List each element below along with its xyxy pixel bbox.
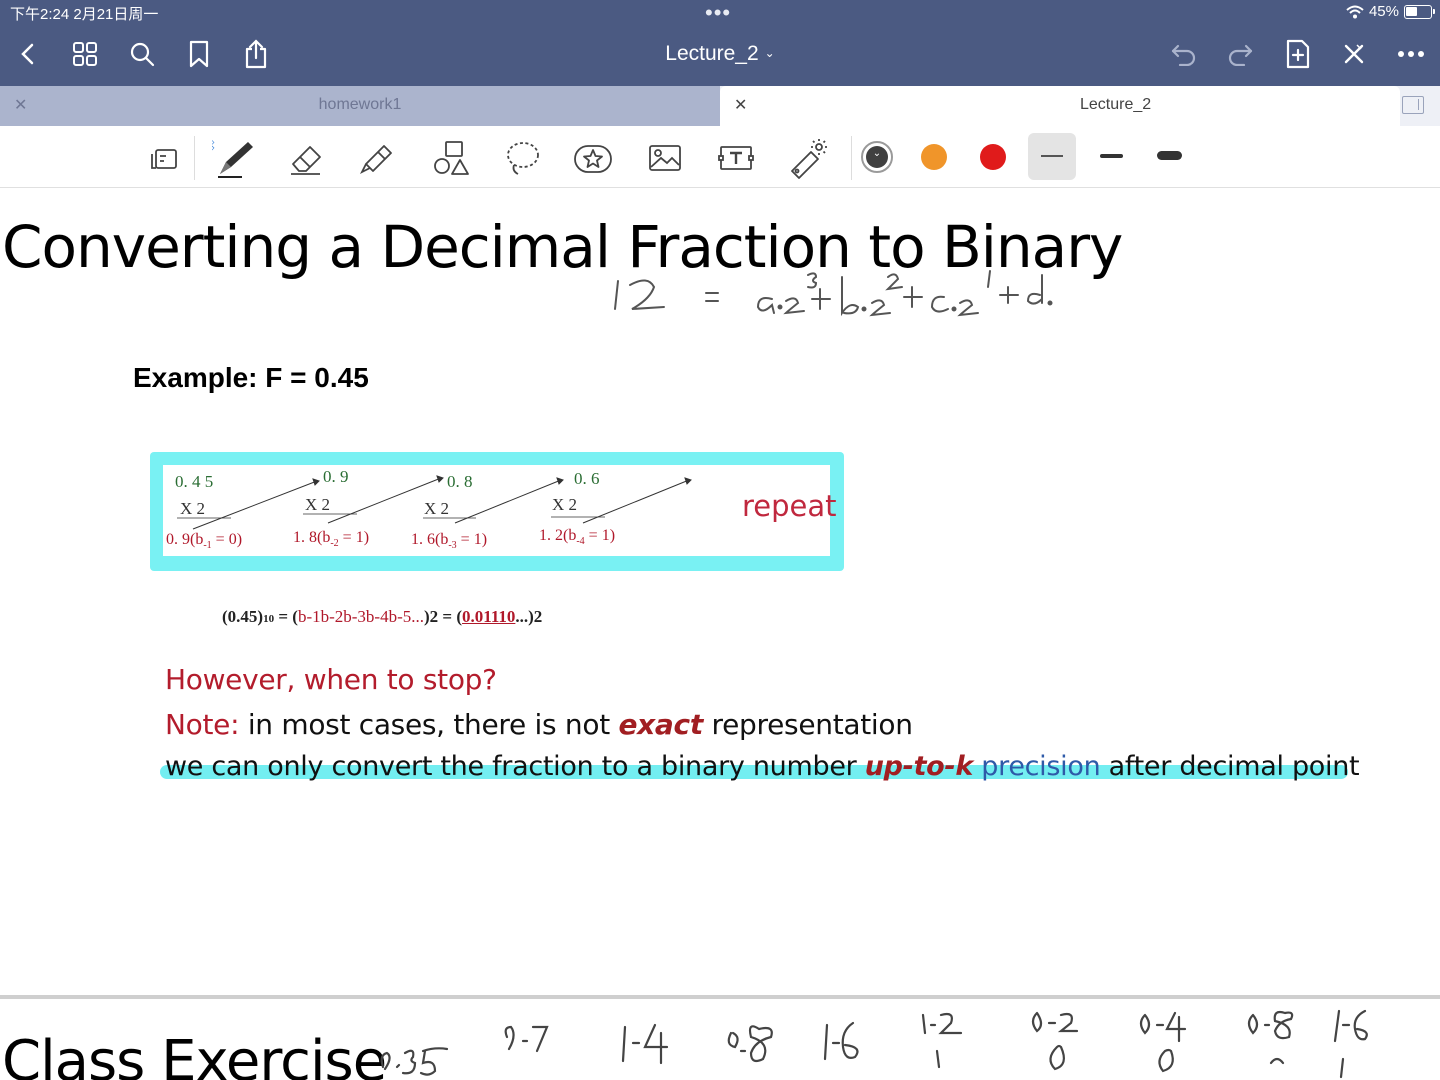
document-title[interactable]: Lecture_2 ⌄ <box>600 42 840 66</box>
app-header: 下午2:24 2月21日周一 ••• 45% Lecture_2 ⌄ <box>0 0 1440 86</box>
repeat-label: repeat <box>742 489 837 523</box>
question-text: However, when to stop? <box>165 663 497 696</box>
step-3-multiplier: X 2 <box>424 499 450 518</box>
page-mode-icon[interactable] <box>142 136 186 180</box>
line3-blue: precision <box>973 751 1101 782</box>
wifi-icon <box>1346 5 1364 18</box>
slide-title: Converting a Decimal Fraction to Binary <box>2 213 1123 281</box>
close-edit-icon[interactable] <box>1336 36 1372 72</box>
note-label: Note: <box>165 708 240 741</box>
step-1-result-sub: -1 <box>203 540 212 552</box>
sticker-icon[interactable] <box>571 136 615 180</box>
formula-bits: b-1b-2b-3b-4b-5... <box>297 607 424 626</box>
tab-bar: ✕ homework1 ✕ Lecture_2 <box>0 86 1440 126</box>
line3-text-2: after decimal point <box>1100 751 1360 782</box>
step-3-result-tail: = 1) <box>456 531 488 548</box>
formula-eq: = ( <box>274 607 298 626</box>
next-slide-title: Class Exercise <box>2 1029 387 1080</box>
step-2-result-tail: = 1) <box>338 529 370 546</box>
example-label: Example: F = 0.45 <box>133 362 369 393</box>
add-page-icon[interactable] <box>1280 36 1316 72</box>
laser-pointer-icon[interactable] <box>786 136 830 180</box>
battery-icon <box>1404 4 1435 19</box>
toolbar-divider <box>851 136 852 180</box>
highlighter-icon[interactable] <box>356 136 400 180</box>
precision-line: we can only convert the fraction to a bi… <box>165 751 1360 782</box>
document-title-label: Lecture_2 <box>665 42 759 65</box>
stroke-width-thick[interactable] <box>1146 133 1194 180</box>
step-1-multiplier: X 2 <box>180 499 206 518</box>
note-emph: exact <box>618 708 703 741</box>
step-4-multiplier: X 2 <box>552 495 578 514</box>
step-3-result: 1. 6(b-3 = 1) <box>411 531 487 551</box>
step-4-result-head: 1. 2(b <box>539 527 577 544</box>
undo-icon[interactable] <box>1166 36 1202 72</box>
status-right: 45% <box>1346 3 1435 20</box>
lasso-icon[interactable] <box>500 136 544 180</box>
eraser-icon[interactable] <box>284 136 328 180</box>
note-page[interactable]: Converting a Decimal Fraction to Binary … <box>0 189 1440 1080</box>
binary-formula: (0.45)10 = (b-1b-2b-3b-4b-5...)2 = (0.01… <box>222 607 542 627</box>
bookmark-icon[interactable] <box>181 36 217 72</box>
pen-icon[interactable]: ᛒ <box>212 136 256 180</box>
step-3-value: 0. 8 <box>447 472 473 491</box>
step-2-result: 1. 8(b-2 = 1) <box>293 529 369 549</box>
color-swatch-red[interactable] <box>980 144 1006 170</box>
step-4-result-tail: = 1) <box>584 527 616 544</box>
note-line: Note: in most cases, there is not exact … <box>165 708 913 741</box>
tab-label: homework1 <box>318 96 402 113</box>
stroke-width-medium[interactable] <box>1088 133 1136 180</box>
formula-rhs-open: )2 = ( <box>424 607 463 626</box>
step-4-result: 1. 2(b-4 = 1) <box>539 527 615 547</box>
tab-homework1[interactable]: ✕ homework1 <box>0 86 720 126</box>
handwritten-exercise-ink <box>380 1009 1368 1079</box>
tab-lecture2[interactable]: ✕ Lecture_2 <box>720 86 1400 126</box>
step-4-result-sub: -4 <box>576 536 585 548</box>
formula-rhs-tail: ...)2 <box>515 607 543 626</box>
step-1-result-head: 0. 9(b <box>166 531 204 548</box>
chevron-down-icon: ⌄ <box>872 148 882 159</box>
step-1-value: 0. 4 5 <box>175 472 214 491</box>
formula-lhs-base: 10 <box>263 613 275 625</box>
shapes-icon[interactable] <box>428 136 472 180</box>
line3-text-1: we can only convert the fraction to a bi… <box>165 751 865 782</box>
step-1-result-tail: = 0) <box>211 531 243 548</box>
formula-rhs-bits: 0.01110 <box>462 607 516 626</box>
steps-panel <box>163 465 830 556</box>
close-tab-icon[interactable]: ✕ <box>734 95 747 115</box>
grid-view-icon[interactable] <box>67 36 103 72</box>
step-3-result-head: 1. 6(b <box>411 531 449 548</box>
step-3-result-sub: -3 <box>448 540 457 552</box>
tab-label: Lecture_2 <box>1080 96 1152 113</box>
color-swatch-orange[interactable] <box>921 144 947 170</box>
formula-lhs: (0.45) <box>222 607 264 626</box>
step-4-value: 0. 6 <box>574 469 600 488</box>
note-text-2: representation <box>702 708 913 741</box>
svg-text:ᛒ: ᛒ <box>212 138 216 154</box>
toolbar-divider <box>194 136 195 180</box>
multitasking-dots-icon[interactable]: ••• <box>705 0 731 26</box>
status-time: 下午2:24 2月21日周一 <box>10 6 159 23</box>
share-icon[interactable] <box>238 36 274 72</box>
tool-bar: ᛒ <box>0 126 1440 188</box>
back-icon[interactable] <box>10 36 46 72</box>
page-separator <box>0 995 1440 999</box>
step-1-result: 0. 9(b-1 = 0) <box>166 531 242 551</box>
step-2-result-head: 1. 8(b <box>293 529 331 546</box>
search-icon[interactable] <box>124 36 160 72</box>
step-2-value: 0. 9 <box>323 467 349 486</box>
split-view-icon[interactable] <box>1402 96 1424 114</box>
battery-percent: 45% <box>1368 3 1399 20</box>
step-2-result-sub: -2 <box>330 538 339 550</box>
step-2-multiplier: X 2 <box>305 495 331 514</box>
line3-emph: up-to-k <box>864 751 974 782</box>
note-text-1: in most cases, there is not <box>239 708 619 741</box>
stroke-width-thin[interactable] <box>1028 133 1076 180</box>
text-icon[interactable] <box>714 136 758 180</box>
redo-icon[interactable] <box>1222 36 1258 72</box>
chevron-down-icon: ⌄ <box>764 46 775 60</box>
image-icon[interactable] <box>643 136 687 180</box>
more-options-icon[interactable] <box>1393 36 1429 72</box>
color-swatch-dark-gray[interactable]: ⌄ <box>861 141 893 173</box>
